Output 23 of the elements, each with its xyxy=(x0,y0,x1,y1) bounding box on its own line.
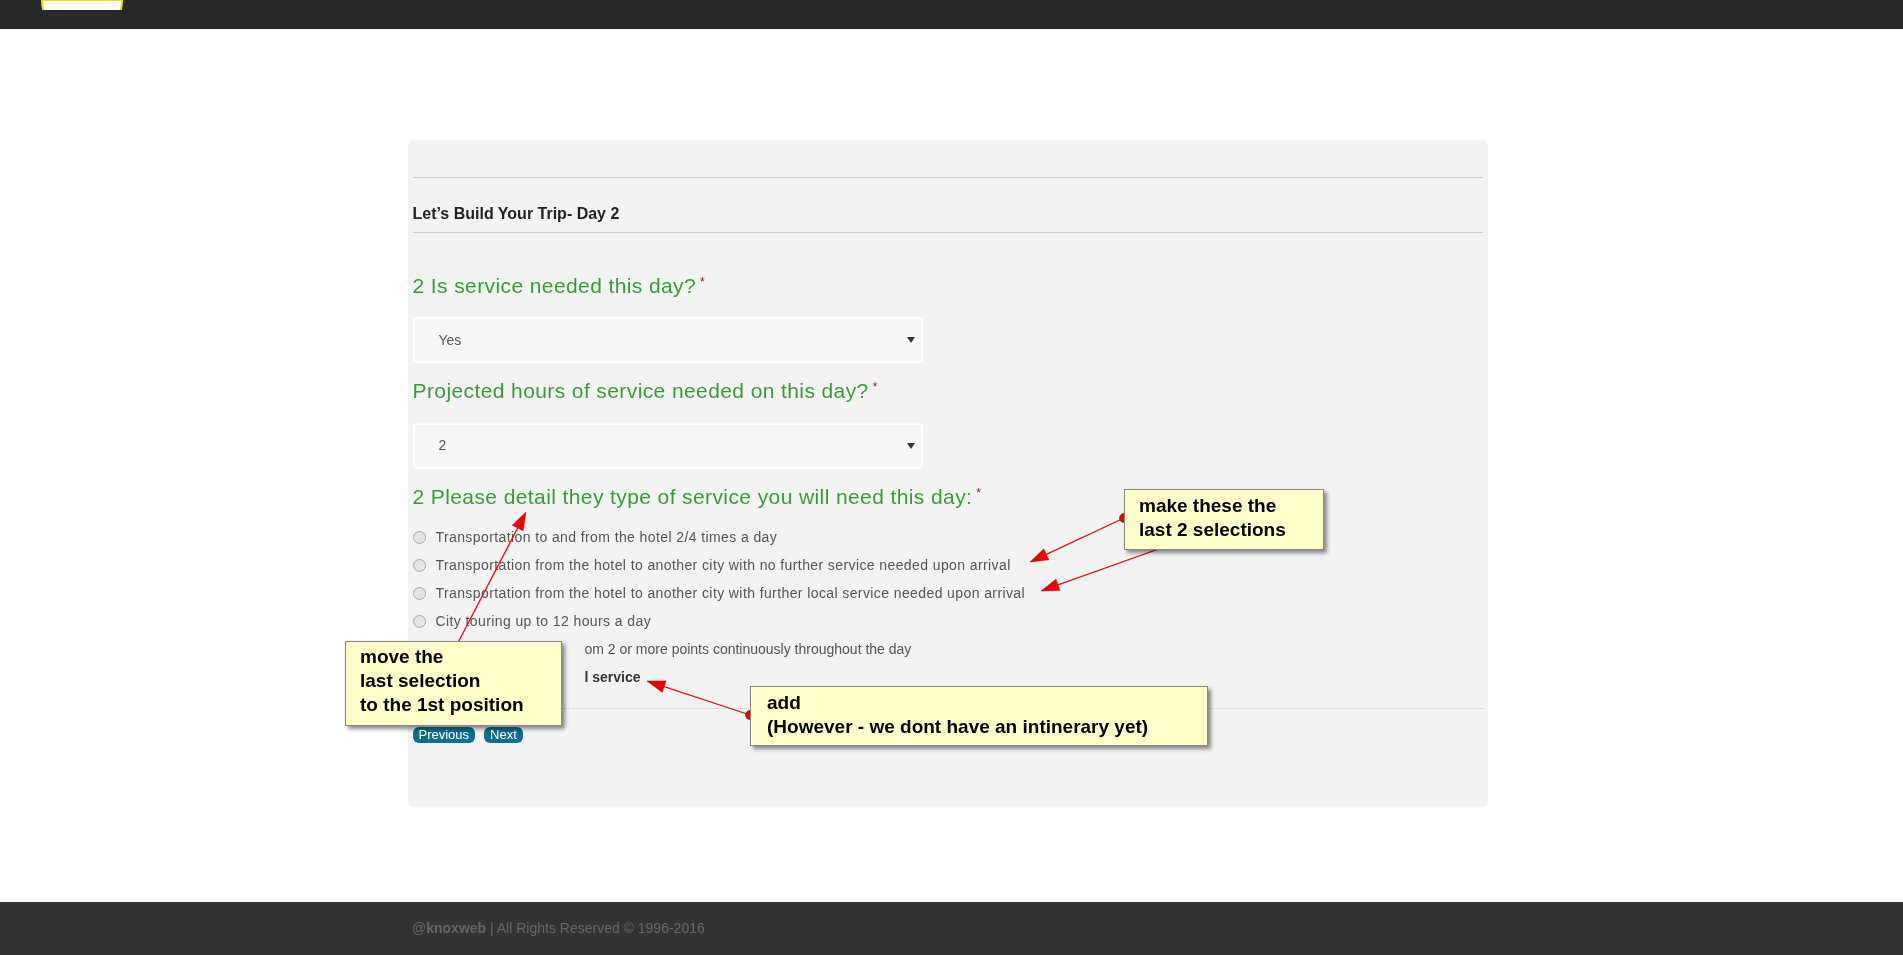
caret-icon xyxy=(906,442,915,449)
nav-button[interactable]: Next xyxy=(484,726,523,743)
select-field[interactable]: 2 xyxy=(412,422,923,469)
question-label: 2 Is service needed this day? xyxy=(412,273,697,299)
question-label: Projected hours of service needed on this day? xyxy=(412,378,869,405)
callout-note: make these the last 2 selections xyxy=(1124,489,1324,550)
callout-note: move the last selection to the 1st position xyxy=(345,641,562,726)
option-label: l service xyxy=(584,668,641,688)
required-mark: * xyxy=(872,379,878,397)
radio-button[interactable] xyxy=(412,587,426,601)
radio-button[interactable] xyxy=(412,559,426,573)
question-label: 2 Please detail they type of service you will need this day: xyxy=(412,483,973,510)
required-mark: * xyxy=(700,274,705,291)
nav-button[interactable]: Previous xyxy=(412,726,476,743)
caret-icon xyxy=(906,337,915,344)
callout-note: add (However - we dont have an intinerary yet) xyxy=(750,686,1208,746)
required-mark: * xyxy=(976,484,981,502)
form-title: Let’s Build Your Trip- Day 2 xyxy=(412,202,1483,233)
radio-button[interactable] xyxy=(412,615,426,629)
option-label: om 2 or more points continuously throughout the day xyxy=(584,640,912,660)
radio-button[interactable] xyxy=(412,531,426,545)
logo-icon[interactable] xyxy=(40,0,124,10)
select-field[interactable]: Yes xyxy=(412,317,923,364)
